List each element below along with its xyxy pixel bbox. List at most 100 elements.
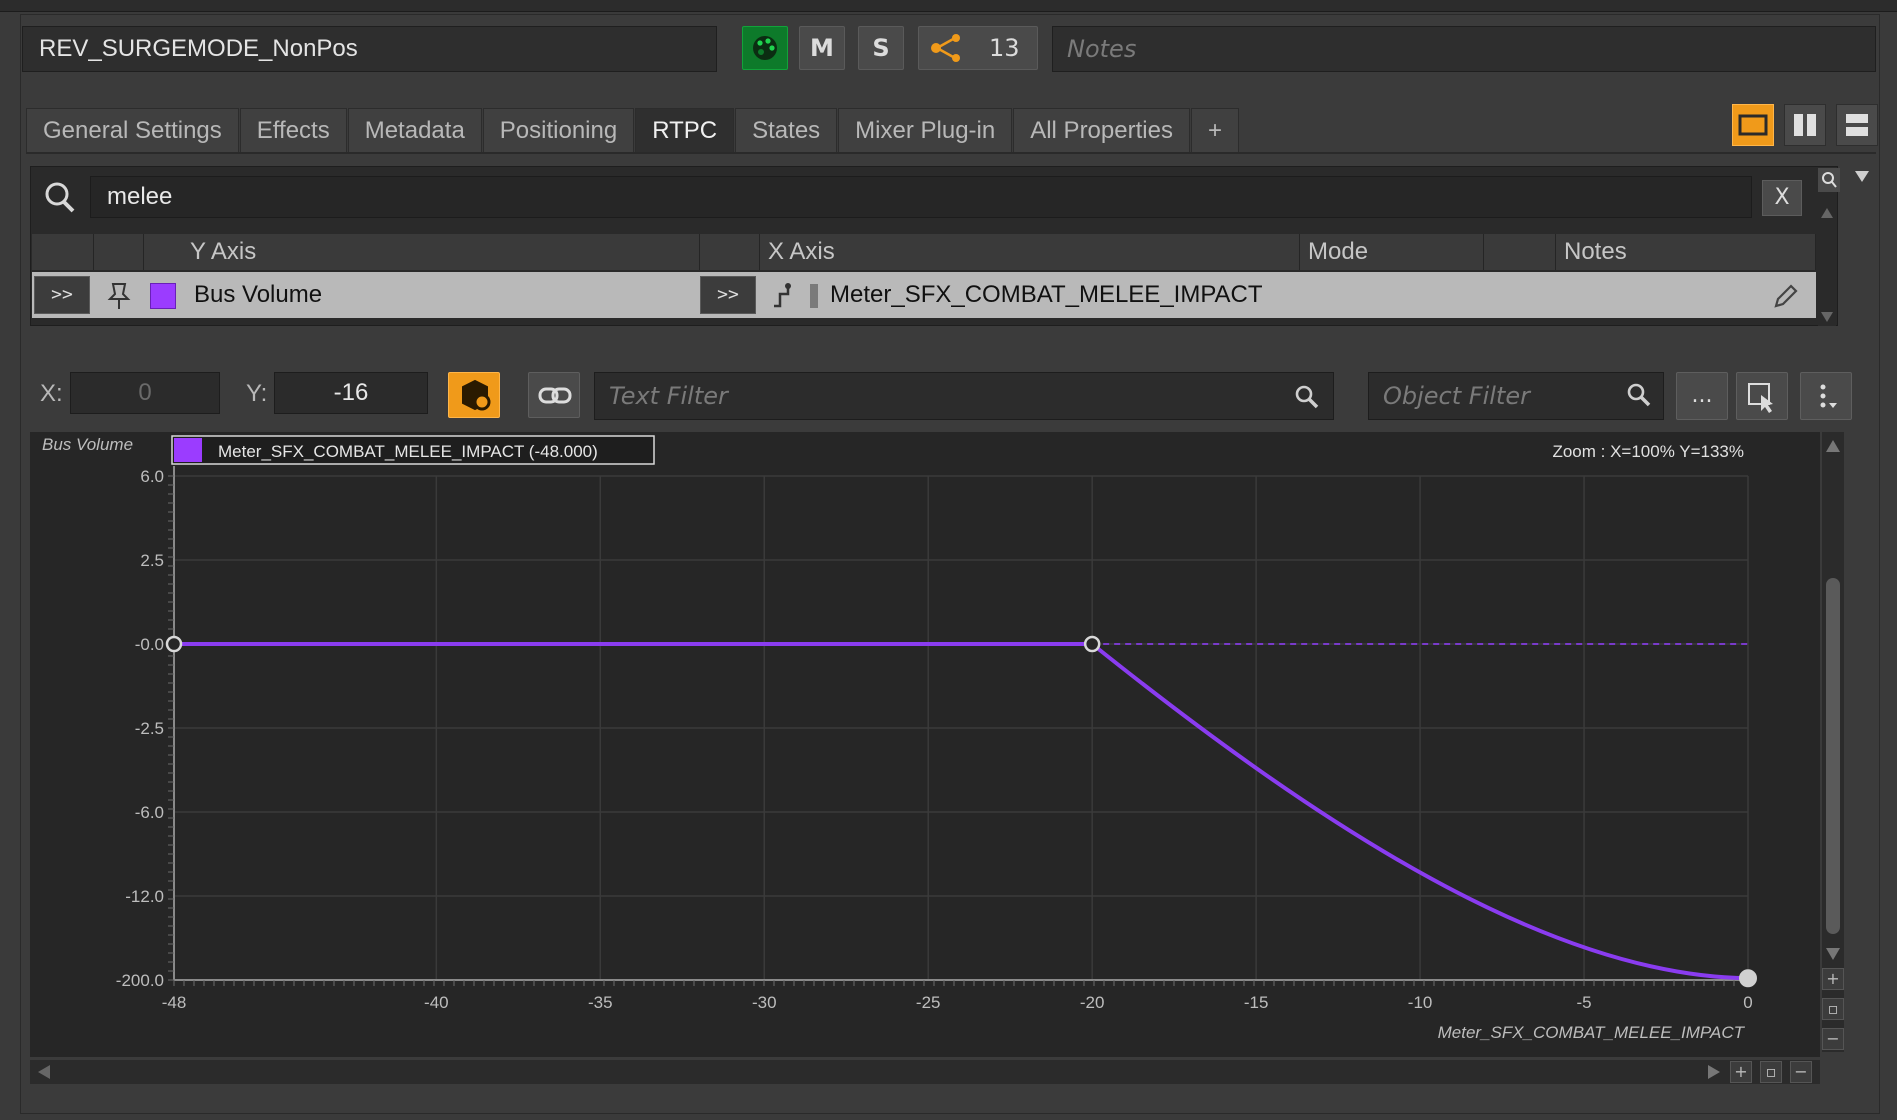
rtpc-curve-chart[interactable]: 6.02.5-0.0-2.5-6.0-12.0-200.0 -48 -40 -35-… [30, 432, 1820, 1057]
x-tick-label: -30 [752, 993, 777, 1012]
zoom-out-y-button[interactable]: − [1822, 1028, 1844, 1050]
layout-single-button[interactable] [1732, 104, 1774, 146]
solo-button[interactable]: S [858, 26, 904, 70]
tab-metadata[interactable]: Metadata [347, 108, 482, 153]
tab-mixer-plugin[interactable]: Mixer Plug-in [838, 108, 1013, 153]
color-button[interactable] [742, 26, 788, 70]
chart-grid [168, 466, 1749, 986]
tab-rtpc[interactable]: RTPC [635, 108, 735, 153]
y-tick-label: -2.5 [135, 719, 164, 738]
pin-icon[interactable] [104, 280, 134, 312]
split-horizontal-icon [1846, 114, 1868, 136]
tab-positioning[interactable]: Positioning [482, 108, 635, 153]
curve-point[interactable] [1083, 635, 1101, 653]
x-tick-label: -20 [1080, 993, 1105, 1012]
kebab-icon [1820, 384, 1837, 408]
curve-point-selected[interactable] [1739, 969, 1757, 988]
y-tick-label: -12.0 [125, 887, 164, 906]
x-tick-label: -40 [424, 993, 449, 1012]
tab-general-settings[interactable]: General Settings [26, 108, 239, 153]
column-spacer [1484, 234, 1556, 270]
column-mode[interactable]: Mode [1300, 234, 1484, 270]
x-axis-label: Meter_SFX_COMBAT_MELEE_IMPACT [1438, 1023, 1746, 1042]
graph-horizontal-scrollbar[interactable] [30, 1060, 1820, 1084]
column-expand [32, 234, 94, 270]
x-tick-label: -10 [1408, 993, 1433, 1012]
color-swatch [150, 283, 176, 309]
reference-count: 13 [989, 34, 1020, 62]
x-tick-labels: -48 -40 -35 -30 -25 -20 -15 -10 -5 0 [162, 993, 1753, 1012]
column-x-axis[interactable]: X Axis [760, 234, 1300, 270]
curve-point[interactable] [165, 635, 183, 653]
references-button[interactable]: 13 [918, 26, 1038, 70]
graph-vertical-scroll-thumb[interactable] [1826, 578, 1840, 934]
kebab-menu-button[interactable] [1800, 372, 1852, 420]
rtpc-graph-area[interactable]: 6.0 2.5 -0.0 -2.5 -6.0 -12.0 -200.0 -48 -40 -35-… [30, 432, 1820, 1057]
tab-bar: General Settings Effects Metadata Positi… [26, 108, 1240, 153]
tab-states[interactable]: States [735, 108, 838, 153]
text-filter-input[interactable]: Text Filter [594, 372, 1334, 420]
legend-label: Meter_SFX_COMBAT_MELEE_IMPACT (-48.000) [218, 442, 598, 461]
column-expand-x [700, 234, 760, 270]
legend-swatch [174, 438, 202, 462]
column-notes[interactable]: Notes [1556, 234, 1816, 270]
y-axis-value[interactable]: Bus Volume [194, 272, 322, 318]
x-tick-label: -15 [1244, 993, 1269, 1012]
x-axis-value[interactable]: Meter_SFX_COMBAT_MELEE_IMPACT [830, 272, 1263, 318]
clear-search-button[interactable]: X [1762, 180, 1802, 216]
select-objects-icon [1748, 383, 1773, 413]
x-tick-label: -48 [162, 993, 187, 1012]
y-tick-label: -0.0 [135, 635, 164, 654]
notes-field[interactable]: Notes [1052, 26, 1876, 72]
x-tick-label: -5 [1576, 993, 1591, 1012]
zoom-readout: Zoom : X=100% Y=133% [1552, 442, 1744, 461]
tab-add[interactable]: + [1190, 108, 1239, 153]
x-tick-label: -25 [916, 993, 941, 1012]
y-axis-label: Bus Volume [42, 435, 133, 454]
layout-split-horizontal-button[interactable] [1836, 104, 1878, 146]
x-tick-label: -35 [588, 993, 613, 1012]
expand-x-button[interactable]: >> [700, 276, 756, 314]
dropdown-arrow-icon[interactable] [1852, 168, 1872, 186]
zoom-reset-y-button[interactable]: ▫ [1822, 998, 1844, 1020]
object-filter-search-icon [1624, 380, 1654, 410]
window-top-strip [0, 0, 1897, 12]
zoom-in-y-button[interactable]: + [1822, 968, 1844, 990]
single-pane-icon [1738, 114, 1768, 136]
select-objects-button[interactable] [1736, 372, 1788, 420]
y-tick-label: -6.0 [135, 803, 164, 822]
link-button[interactable] [528, 372, 580, 418]
search-icon [40, 176, 80, 218]
y-tick-labels: 6.0 2.5 -0.0 -2.5 -6.0 -12.0 -200.0 [116, 467, 164, 990]
split-vertical-icon [1794, 114, 1816, 136]
column-pin [94, 234, 144, 270]
zoom-reset-x-button[interactable]: ▫ [1760, 1061, 1782, 1083]
y-label: Y: [246, 380, 268, 407]
curve-type-button[interactable] [448, 372, 500, 418]
list-scrollbar[interactable] [1818, 196, 1836, 326]
y-tick-label: 6.0 [140, 467, 164, 486]
x-tick-label: 0 [1743, 993, 1752, 1012]
mute-button[interactable]: M [799, 26, 845, 70]
text-filter-search-icon [1292, 382, 1322, 412]
column-y-axis[interactable]: Y Axis [144, 234, 700, 270]
tab-effects[interactable]: Effects [239, 108, 347, 153]
x-value-field[interactable]: 0 [70, 372, 220, 414]
game-parameter-icon [770, 280, 820, 312]
y-value-field[interactable]: -16 [274, 372, 428, 414]
more-options-button[interactable]: ... [1676, 372, 1728, 420]
palette-icon [753, 36, 777, 60]
zoom-in-x-button[interactable]: + [1730, 1061, 1752, 1083]
rtpc-search-input[interactable]: melee [90, 176, 1752, 218]
y-tick-label: -200.0 [116, 971, 164, 990]
expand-y-button[interactable]: >> [34, 276, 90, 314]
object-filter-input[interactable]: Object Filter [1368, 372, 1664, 420]
x-label: X: [40, 380, 63, 407]
object-name-field[interactable]: REV_SURGEMODE_NonPos [22, 26, 717, 72]
zoom-out-x-button[interactable]: − [1790, 1061, 1812, 1083]
layout-split-vertical-button[interactable] [1784, 104, 1826, 146]
magnifier-icon[interactable] [1818, 168, 1840, 192]
edit-pencil-icon[interactable] [1770, 280, 1800, 312]
tab-all-properties[interactable]: All Properties [1013, 108, 1190, 153]
cube-gear-icon [462, 379, 491, 411]
